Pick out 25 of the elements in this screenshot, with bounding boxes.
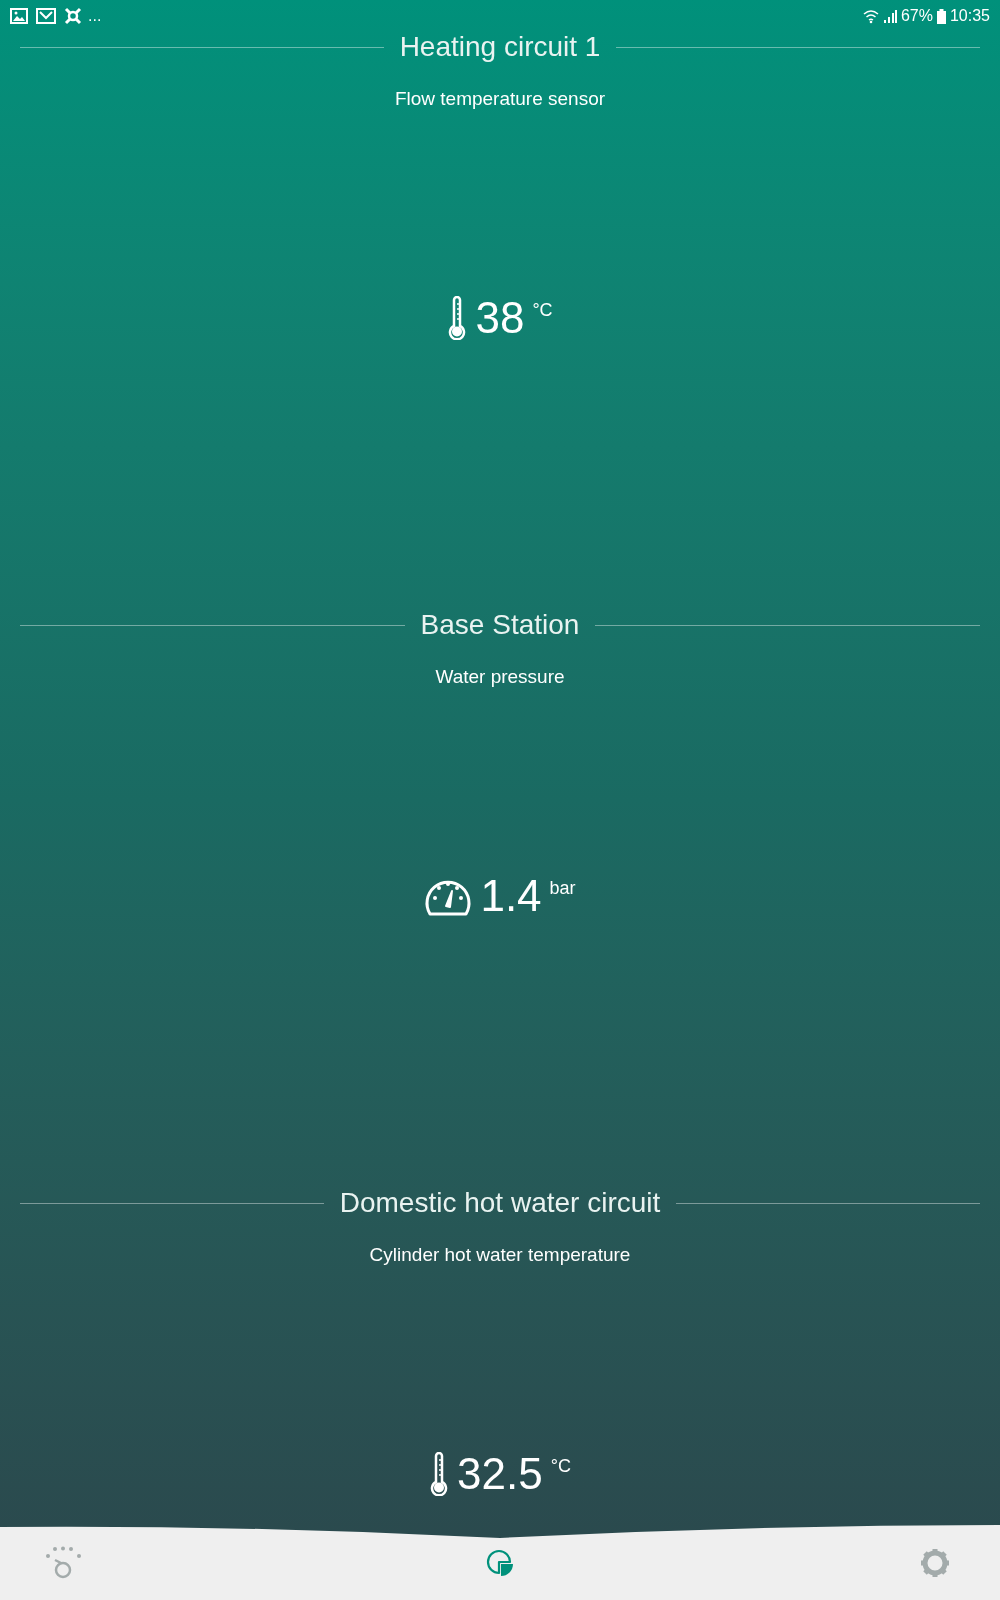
unit-label: °C xyxy=(550,1455,571,1478)
section-title: Heating circuit 1 xyxy=(399,32,601,62)
sensor-value: 1.4 xyxy=(480,871,542,921)
thermometer-icon xyxy=(447,296,468,340)
clock: 10:35 xyxy=(949,6,990,26)
unit-label: °C xyxy=(532,299,553,322)
more-notifications: ... xyxy=(88,6,102,26)
signal-icon xyxy=(882,9,897,23)
gallery-icon xyxy=(10,8,28,24)
wifi-icon xyxy=(862,8,879,24)
unit-label: bar xyxy=(549,877,576,900)
sensor-value: 38 xyxy=(475,293,525,343)
section-title: Base Station xyxy=(420,610,580,640)
mail-icon xyxy=(36,8,56,24)
pie-chart-icon xyxy=(486,1549,514,1577)
settings-icon xyxy=(919,1547,951,1579)
battery-percentage: 67% xyxy=(900,6,933,26)
sensor-label: Cylinder hot water temperature xyxy=(369,1244,631,1266)
app-icon xyxy=(64,7,82,25)
thermometer-icon xyxy=(429,1452,450,1496)
battery-icon xyxy=(936,8,946,24)
section-title: Domestic hot water circuit xyxy=(339,1188,661,1218)
sensor-label: Water pressure xyxy=(435,666,565,688)
sensor-label: Flow temperature sensor xyxy=(394,88,606,110)
sensor-value: 32.5 xyxy=(457,1449,543,1499)
